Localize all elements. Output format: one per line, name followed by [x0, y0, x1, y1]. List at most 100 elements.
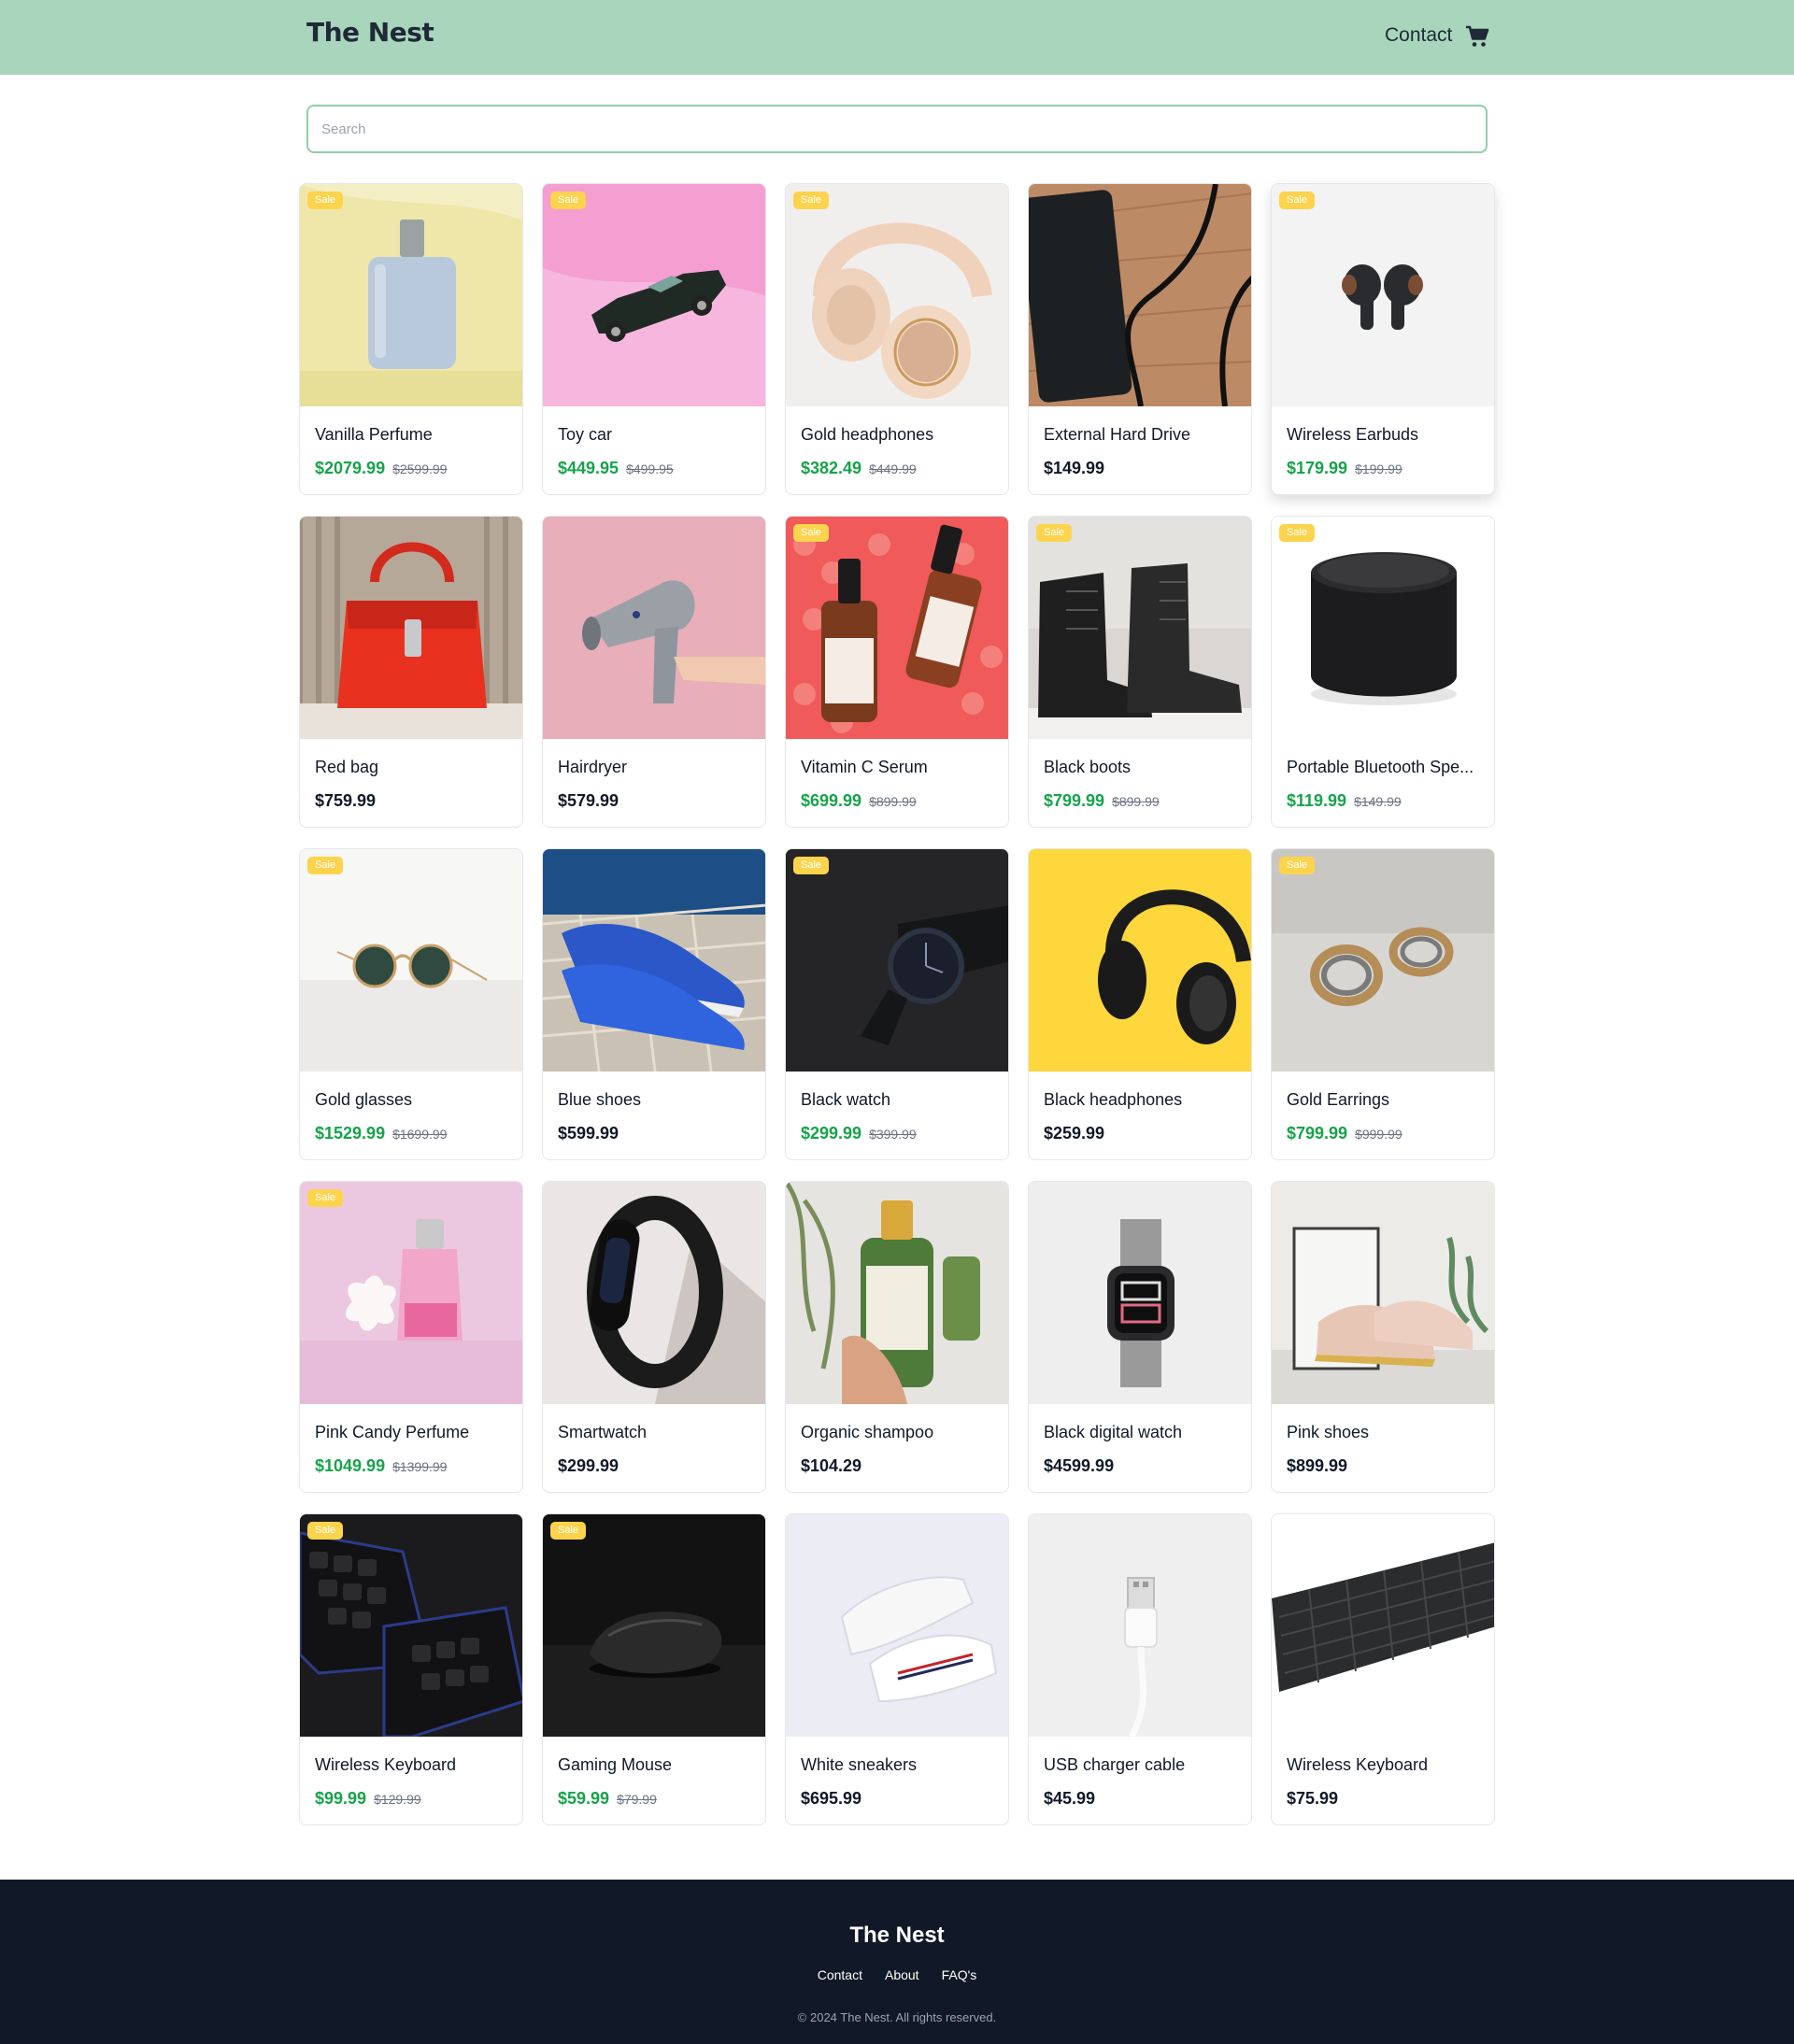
- product-prices: $4599.99: [1044, 1456, 1114, 1476]
- product-old-price: $199.99: [1355, 461, 1402, 476]
- product-price: $149.99: [1044, 459, 1105, 477]
- product-card[interactable]: Smartwatch $299.99: [542, 1181, 766, 1493]
- sale-badge: Sale: [793, 857, 830, 874]
- product-name: Black headphones: [1044, 1090, 1183, 1109]
- product-price: $59.99: [558, 1789, 610, 1808]
- product-prices: $299.99 $399.99: [801, 1124, 917, 1143]
- product-prices: $599.99: [558, 1124, 619, 1143]
- product-image-shampoo: [786, 1182, 1008, 1404]
- product-name: Wireless Keyboard: [315, 1755, 457, 1774]
- product-card[interactable]: USB charger cable $45.99: [1028, 1513, 1252, 1825]
- product-name: Smartwatch: [558, 1423, 648, 1441]
- product-image-split-keyboard: Sale: [300, 1514, 522, 1737]
- product-card[interactable]: Sale Vitamin C Serum $699.99 $899.99: [785, 516, 1009, 828]
- product-card[interactable]: Sale Gold headphones $382.49 $449.99: [785, 183, 1009, 495]
- product-card[interactable]: Hairdryer $579.99: [542, 516, 766, 828]
- product-card[interactable]: External Hard Drive $149.99: [1028, 183, 1252, 495]
- product-name: Gold headphones: [801, 425, 934, 444]
- product-prices: $759.99: [315, 791, 376, 811]
- product-card[interactable]: Sale Vanilla Perfume $2079.99 $2599.99: [299, 183, 523, 495]
- product-card[interactable]: Sale Gold glasses $1529.99 $1699.99: [299, 848, 523, 1160]
- product-price: $449.95: [558, 459, 619, 477]
- site-header: The Nest Contact: [0, 0, 1794, 75]
- product-card[interactable]: Blue shoes $599.99: [542, 848, 766, 1160]
- product-price: $45.99: [1044, 1789, 1096, 1808]
- product-price: $299.99: [801, 1124, 862, 1143]
- product-price: $104.29: [801, 1456, 862, 1475]
- sale-badge: Sale: [793, 192, 830, 209]
- product-prices: $59.99 $79.99: [558, 1789, 657, 1809]
- nav-contact-link[interactable]: Contact: [1385, 24, 1452, 47]
- product-image-toy-car: Sale: [543, 184, 765, 406]
- footer-link-faqs[interactable]: FAQ's: [942, 1967, 977, 1982]
- product-image-earbuds: Sale: [1272, 184, 1494, 406]
- footer-link-contact[interactable]: Contact: [818, 1967, 862, 1982]
- site-footer: The Nest Contact About FAQ's © 2024 The …: [0, 1880, 1794, 2044]
- product-price: $1529.99: [315, 1124, 386, 1143]
- footer-copyright: © 2024 The Nest. All rights reserved.: [797, 2010, 997, 2024]
- product-price: $259.99: [1044, 1124, 1105, 1143]
- product-old-price: $899.99: [869, 794, 917, 809]
- product-image-pink-shoes: [1272, 1182, 1494, 1404]
- product-image-black-headphones: [1029, 849, 1251, 1072]
- product-card[interactable]: Red bag $759.99: [299, 516, 523, 828]
- product-image-gold-earrings: Sale: [1272, 849, 1494, 1072]
- search-input[interactable]: [306, 105, 1488, 153]
- shopping-cart-icon[interactable]: [1465, 24, 1489, 49]
- product-card[interactable]: White sneakers $695.99: [785, 1513, 1009, 1825]
- product-old-price: $149.99: [1354, 794, 1402, 809]
- product-image-black-boots: Sale: [1029, 517, 1251, 739]
- product-prices: $699.99 $899.99: [801, 791, 917, 811]
- product-image-pink-perfume: Sale: [300, 1182, 522, 1404]
- product-old-price: $2599.99: [392, 461, 448, 476]
- product-price: $2079.99: [315, 459, 386, 477]
- product-card[interactable]: Sale Black boots $799.99 $899.99: [1028, 516, 1252, 828]
- product-prices: $119.99 $149.99: [1287, 791, 1402, 811]
- product-image-bluetooth-speaker: Sale: [1272, 517, 1494, 739]
- product-card[interactable]: Sale Portable Bluetooth Spe... $119.99 $…: [1271, 516, 1495, 828]
- product-price: $759.99: [315, 791, 377, 810]
- product-card[interactable]: Sale Gold Earrings $799.99 $999.99: [1271, 848, 1495, 1160]
- product-card[interactable]: Black headphones $259.99: [1028, 848, 1252, 1160]
- product-prices: $899.99: [1287, 1456, 1347, 1476]
- site-logo[interactable]: The Nest: [306, 17, 434, 48]
- product-card[interactable]: Sale Wireless Earbuds $179.99 $199.99: [1271, 183, 1495, 495]
- product-price: $299.99: [558, 1456, 619, 1475]
- footer-link-about[interactable]: About: [885, 1967, 919, 1982]
- product-card[interactable]: Sale Wireless Keyboard $99.99 $129.99: [299, 1513, 523, 1825]
- product-card[interactable]: Sale Pink Candy Perfume $1049.99 $1399.9…: [299, 1181, 523, 1493]
- product-card[interactable]: Sale Gaming Mouse $59.99 $79.99: [542, 1513, 766, 1825]
- product-image-gaming-mouse: Sale: [543, 1514, 765, 1737]
- product-image-hard-drive: [1029, 184, 1251, 406]
- product-card[interactable]: Sale Black watch $299.99 $399.99: [785, 848, 1009, 1160]
- product-prices: $382.49 $449.99: [801, 459, 917, 478]
- product-prices: $799.99 $899.99: [1044, 791, 1160, 811]
- product-image-usb-cable: [1029, 1514, 1251, 1737]
- product-image-smartwatch: [543, 1182, 765, 1404]
- product-price: $695.99: [801, 1789, 862, 1808]
- product-old-price: $449.99: [869, 461, 917, 476]
- product-prices: $2079.99 $2599.99: [315, 459, 447, 478]
- product-image-black-watch: Sale: [786, 849, 1008, 1072]
- product-name: Gaming Mouse: [558, 1755, 673, 1774]
- product-price: $899.99: [1287, 1456, 1348, 1475]
- product-name: Vitamin C Serum: [801, 758, 928, 776]
- product-image-perfume: Sale: [300, 184, 522, 406]
- product-card[interactable]: Wireless Keyboard $75.99: [1271, 1513, 1495, 1825]
- product-card[interactable]: Organic shampoo $104.29: [785, 1181, 1009, 1493]
- product-card[interactable]: Sale Toy car $449.95 $499.95: [542, 183, 766, 495]
- product-name: Portable Bluetooth Spe...: [1287, 758, 1474, 776]
- sale-badge: Sale: [1036, 524, 1073, 542]
- product-card[interactable]: Black digital watch $4599.99: [1028, 1181, 1252, 1493]
- product-card[interactable]: Pink shoes $899.99: [1271, 1181, 1495, 1493]
- product-old-price: $129.99: [374, 1792, 421, 1807]
- product-name: Hairdryer: [558, 758, 628, 776]
- product-name: Black digital watch: [1044, 1423, 1183, 1441]
- sale-badge: Sale: [1279, 524, 1316, 542]
- product-price: $699.99: [801, 791, 862, 810]
- product-prices: $149.99: [1044, 459, 1104, 478]
- product-image-hairdryer: [543, 517, 765, 739]
- product-prices: $579.99: [558, 791, 619, 811]
- product-prices: $1049.99 $1399.99: [315, 1456, 447, 1476]
- footer-title: The Nest: [849, 1923, 945, 1948]
